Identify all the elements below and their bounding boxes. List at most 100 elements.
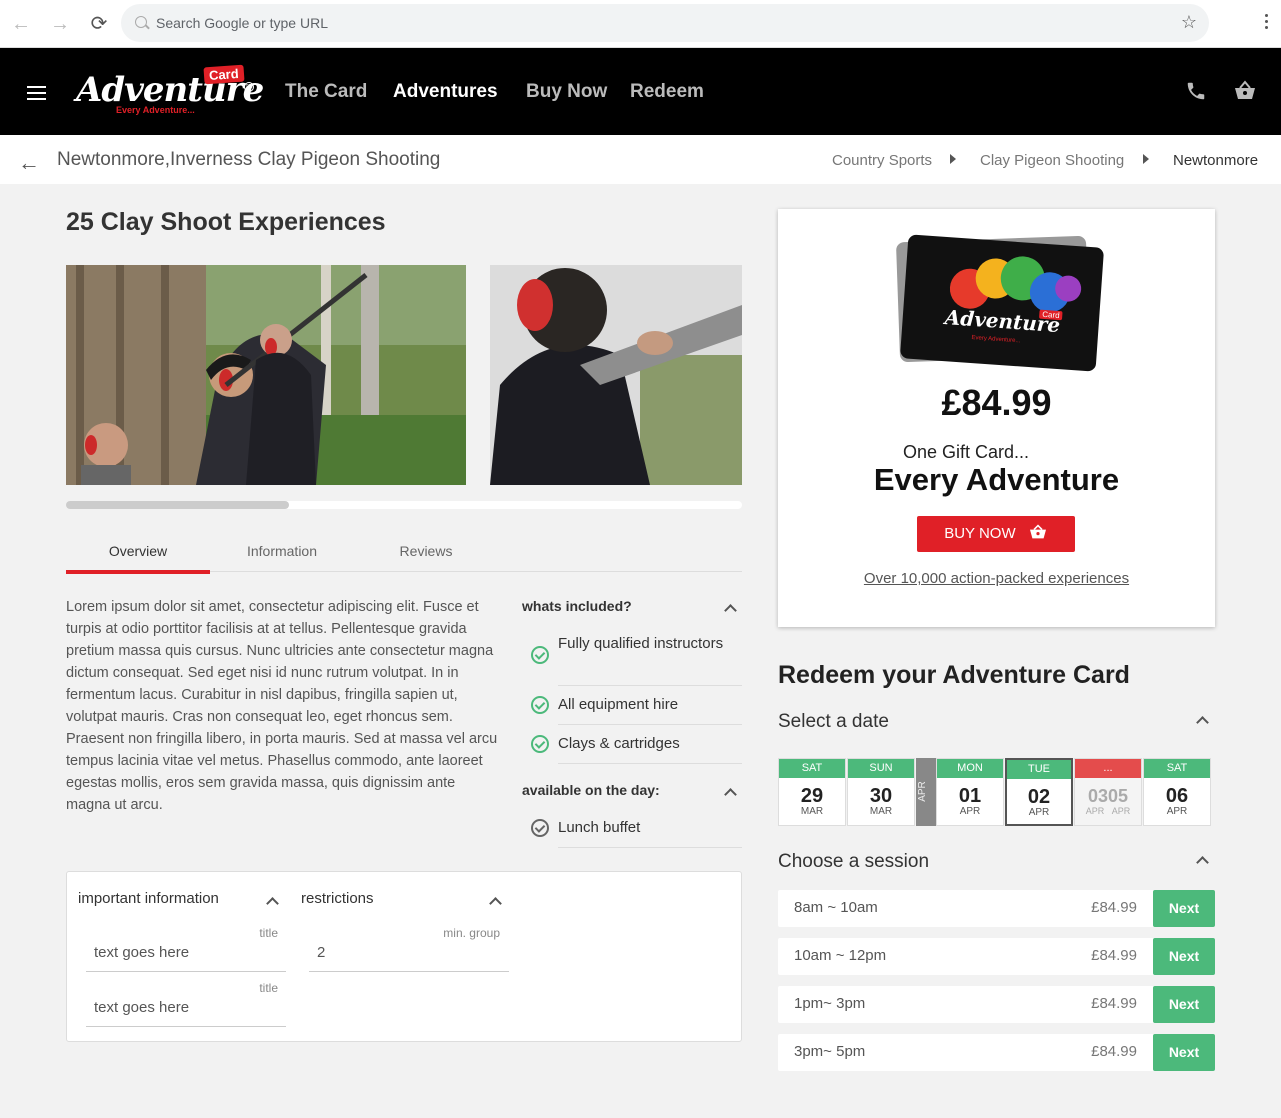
card-logo-tagline: Every Adventure...	[971, 334, 1021, 345]
tab-reviews[interactable]: Reviews	[354, 543, 498, 559]
forward-arrow-icon[interactable]: →	[48, 12, 72, 36]
chevron-up-icon[interactable]	[1196, 856, 1209, 869]
important-field-1: text goes here	[86, 944, 286, 972]
date-cell[interactable]: SAT 29 MAR	[778, 758, 846, 826]
carousel-scroll-thumb[interactable]	[66, 501, 290, 509]
nav-adventures[interactable]: Adventures	[393, 81, 498, 103]
session-time: 10am ~ 12pm	[794, 947, 887, 964]
buy-now-label: BUY NOW	[944, 525, 1016, 542]
browser-menu-icon[interactable]	[1265, 14, 1269, 32]
experiences-link[interactable]: Over 10,000 action-packed experiences	[778, 570, 1215, 587]
overview-text: Lorem ipsum dolor sit amet, consectetur …	[66, 599, 498, 813]
buy-now-button[interactable]: BUY NOW	[917, 516, 1075, 552]
basket-icon	[1029, 524, 1046, 539]
session-row[interactable]: 8am ~ 10am £84.99 Next	[778, 890, 1215, 927]
session-next-button[interactable]: Next	[1153, 890, 1215, 927]
chevron-up-icon[interactable]	[724, 788, 737, 801]
reload-icon[interactable]: ⟳	[87, 12, 111, 36]
url-placeholder: Search Google or type URL	[156, 15, 328, 31]
date-dow: SUN	[848, 759, 914, 778]
site-logo[interactable]: Adventure Card TM Every Adventure...	[76, 60, 264, 122]
logo-tm: TM	[244, 82, 254, 92]
nav-redeem[interactable]: Redeem	[630, 81, 704, 103]
session-row[interactable]: 10am ~ 12pm £84.99 Next	[778, 938, 1215, 975]
on-the-day-title: available on the day:	[522, 782, 660, 798]
search-icon	[135, 16, 147, 28]
date-day: 01	[958, 785, 982, 807]
session-row[interactable]: 1pm~ 3pm £84.99 Next	[778, 986, 1215, 1023]
important-field-2: text goes here	[86, 999, 286, 1027]
phone-icon[interactable]	[1185, 80, 1207, 108]
photo-clay-shooters[interactable]	[66, 265, 466, 485]
session-next-button[interactable]: Next	[1153, 986, 1215, 1023]
session-price: £84.99	[1091, 995, 1137, 1012]
date-day: 05	[1108, 786, 1129, 806]
date-day: 03	[1087, 786, 1108, 806]
date-dow: SAT	[1144, 759, 1210, 778]
tab-information[interactable]: Information	[210, 543, 354, 559]
date-dow: TUE	[1007, 760, 1071, 779]
date-dow: MON	[937, 759, 1003, 778]
field-label: min. group	[443, 926, 500, 940]
month-divider: APR	[916, 758, 936, 826]
date-month: APR	[959, 806, 981, 817]
product-heading: 25 Clay Shoot Experiences	[66, 208, 386, 236]
hamburger-menu-icon[interactable]	[27, 86, 46, 100]
select-date-title: Select a date	[778, 711, 889, 732]
date-day: 29	[800, 785, 824, 807]
breadcrumb-caret-icon	[1143, 154, 1149, 164]
gift-card-price: £84.99	[941, 382, 1052, 423]
back-arrow-icon[interactable]: ←	[9, 12, 33, 36]
url-bar[interactable]: Search Google or type URL ☆	[121, 4, 1209, 42]
session-row[interactable]: 3pm~ 5pm £84.99 Next	[778, 1034, 1215, 1071]
breadcrumb-caret-icon	[950, 154, 956, 164]
session-next-button[interactable]: Next	[1153, 938, 1215, 975]
check-circle-icon	[531, 646, 549, 664]
min-group-field: 2	[309, 944, 509, 972]
nav-the-card[interactable]: The Card	[285, 81, 367, 103]
date-cell[interactable]: MON 01 APR	[936, 758, 1004, 826]
date-cell-selected[interactable]: TUE 02 APR	[1005, 758, 1073, 826]
session-price: £84.99	[1091, 1043, 1137, 1060]
check-circle-icon	[531, 696, 549, 714]
gift-card-image: Adventure Card Every Adventure...	[895, 234, 1105, 372]
date-month: MAR	[869, 806, 893, 817]
date-cell[interactable]: SAT 06 APR	[1143, 758, 1211, 826]
gift-card-line1: One Gift Card...	[903, 442, 1030, 462]
tab-active-indicator	[66, 570, 210, 574]
breadcrumb-current: Newtonmore	[1173, 152, 1259, 169]
date-month: APR	[1085, 806, 1105, 816]
tab-overview[interactable]: Overview	[66, 543, 210, 559]
included-title: whats included?	[522, 598, 632, 614]
logo-badge: Card	[203, 64, 245, 85]
breadcrumb-clay-pigeon-shooting[interactable]: Clay Pigeon Shooting	[980, 152, 1124, 169]
date-month: APR	[1028, 807, 1050, 818]
redeem-heading: Redeem your Adventure Card	[778, 661, 1130, 689]
basket-icon[interactable]	[1233, 80, 1257, 108]
date-cell-unavailable: ... 0305 APR APR	[1074, 758, 1142, 826]
date-day: 02	[1027, 786, 1051, 808]
included-item: Fully qualified instructors	[558, 633, 742, 686]
included-item: All equipment hire	[558, 694, 742, 725]
date-day: 06	[1165, 785, 1189, 807]
check-circle-icon	[531, 735, 549, 753]
date-month: MAR	[800, 806, 824, 817]
breadcrumb-country-sports[interactable]: Country Sports	[832, 152, 932, 169]
session-time: 1pm~ 3pm	[794, 995, 866, 1012]
date-cell[interactable]: SUN 30 MAR	[847, 758, 915, 826]
date-day: 30	[869, 785, 893, 807]
check-plus-icon	[531, 819, 549, 837]
bookmark-star-icon[interactable]: ☆	[1181, 12, 1197, 33]
chevron-up-icon[interactable]	[1196, 716, 1209, 729]
card-logo-badge: Card	[1039, 309, 1063, 321]
back-icon[interactable]: ←	[18, 150, 40, 176]
photo-shooter-closeup[interactable]	[490, 265, 742, 485]
session-time: 3pm~ 5pm	[794, 1043, 866, 1060]
logo-tagline: Every Adventure...	[116, 105, 195, 115]
nav-buy-now[interactable]: Buy Now	[526, 81, 607, 103]
chevron-up-icon[interactable]	[724, 604, 737, 617]
date-dow: SAT	[779, 759, 845, 778]
session-price: £84.99	[1091, 899, 1137, 916]
session-time: 8am ~ 10am	[794, 899, 878, 916]
session-next-button[interactable]: Next	[1153, 1034, 1215, 1071]
